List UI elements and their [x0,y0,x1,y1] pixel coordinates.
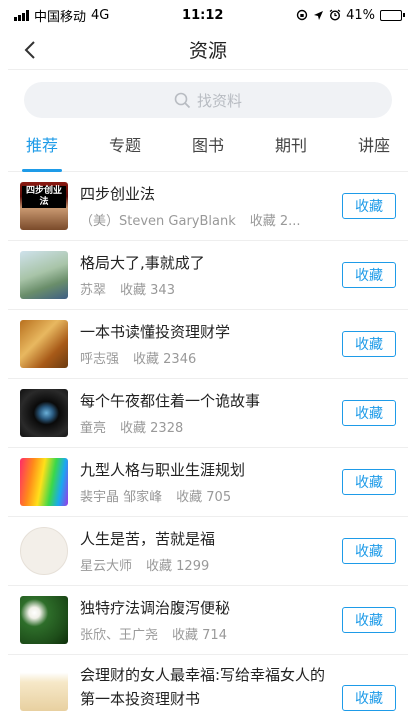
item-title: 一本书读懂投资理财学 [80,323,231,341]
search-input[interactable]: 找资料 [24,82,392,118]
item-meta: 苏翠 收藏 343 [80,279,332,298]
list-item[interactable]: 会理财的女人最幸福:写给幸福女人的第一本投资理财书 收藏 [8,655,408,716]
location-icon [314,10,324,20]
item-title: 四步创业法 [80,185,156,203]
list-item[interactable]: 格局大了,事就成了 苏翠 收藏 343 收藏 [8,241,408,310]
battery-percent: 41% [346,7,375,23]
item-title: 格局大了,事就成了 [80,254,205,272]
item-favorites: 收藏 1299 [146,559,210,574]
battery-icon [379,9,405,21]
chevron-left-icon [24,41,35,59]
back-button[interactable] [18,38,42,62]
tab-recommended[interactable]: 推荐 [21,132,63,172]
network-label: 4G [91,7,110,23]
item-title: 每个午夜都住着一个诡故事 [80,392,261,410]
status-left: 中国移动 4G [14,6,109,25]
status-right: 41% [296,7,405,23]
item-info: 每个午夜都住着一个诡故事 童亮 收藏 2328 [80,390,332,436]
book-cover [20,663,68,711]
favorite-button[interactable]: 收藏 [342,400,396,426]
item-author: 苏翠 [80,283,107,298]
search-icon [174,92,191,108]
favorite-button[interactable]: 收藏 [342,607,396,633]
favorite-button[interactable]: 收藏 [342,193,396,219]
item-author: 童亮 [80,421,107,436]
book-cover [20,527,68,575]
item-info: 四步创业法 （美）Steven GaryBlank 收藏 2... [80,183,332,229]
item-favorites: 收藏 2346 [133,352,197,367]
favorite-button[interactable]: 收藏 [342,538,396,564]
page-title: 资源 [188,40,227,62]
item-favorites: 收藏 2328 [120,421,184,436]
book-cover [20,251,68,299]
favorite-button[interactable]: 收藏 [342,469,396,495]
item-info: 会理财的女人最幸福:写给幸福女人的第一本投资理财书 [80,663,332,711]
list-item[interactable]: 独特疗法调治腹泻便秘 张欣、王广尧 收藏 714 收藏 [8,586,408,655]
app-screen: 中国移动 4G 11:12 41% 资源 找资料 推荐 专题 图书 期刊 讲座 [8,0,408,716]
tab-journals[interactable]: 期刊 [275,132,307,171]
book-cover [20,320,68,368]
signal-icon [14,9,29,21]
carrier-label: 中国移动 [34,9,87,25]
item-meta: 呼志强 收藏 2346 [80,348,332,367]
category-tabs: 推荐 专题 图书 期刊 讲座 [8,118,408,172]
item-info: 格局大了,事就成了 苏翠 收藏 343 [80,252,332,298]
item-title: 人生是苦，苦就是福 [80,530,216,548]
status-time: 11:12 [182,7,224,23]
item-meta: 童亮 收藏 2328 [80,417,332,436]
book-cover [20,596,68,644]
favorite-button[interactable]: 收藏 [342,262,396,288]
item-author: （美）Steven GaryBlank [80,214,236,229]
item-title: 会理财的女人最幸福:写给幸福女人的第一本投资理财书 [80,666,326,708]
item-favorites: 收藏 343 [120,283,175,298]
tab-lectures[interactable]: 讲座 [358,132,390,171]
search-container: 找资料 [8,70,408,118]
item-title: 九型人格与职业生涯规划 [80,461,246,479]
item-info: 一本书读懂投资理财学 呼志强 收藏 2346 [80,321,332,367]
status-bar: 中国移动 4G 11:12 41% [8,0,408,30]
list-item[interactable]: 一本书读懂投资理财学 呼志强 收藏 2346 收藏 [8,310,408,379]
item-author: 呼志强 [80,352,120,367]
item-favorites: 收藏 2... [249,214,301,229]
item-meta: 裴宇晶 邹家峰 收藏 705 [80,486,332,505]
list-item[interactable]: 四步创业法 四步创业法 （美）Steven GaryBlank 收藏 2... 收… [8,172,408,241]
item-meta: （美）Steven GaryBlank 收藏 2... [80,210,332,229]
item-title: 独特疗法调治腹泻便秘 [80,599,231,617]
list-item[interactable]: 九型人格与职业生涯规划 裴宇晶 邹家峰 收藏 705 收藏 [8,448,408,517]
alarm-icon [329,9,341,21]
favorite-button[interactable]: 收藏 [342,331,396,357]
item-info: 人生是苦，苦就是福 星云大师 收藏 1299 [80,528,332,574]
search-placeholder: 找资料 [196,91,242,110]
list-item[interactable]: 人生是苦，苦就是福 星云大师 收藏 1299 收藏 [8,517,408,586]
item-author: 星云大师 [80,559,133,574]
tab-books[interactable]: 图书 [192,132,224,171]
book-cover: 四步创业法 [20,182,68,230]
item-favorites: 收藏 705 [176,490,232,505]
item-author: 张欣、王广尧 [80,628,159,643]
item-meta: 张欣、王广尧 收藏 714 [80,624,332,643]
tab-topics[interactable]: 专题 [109,132,141,171]
item-meta: 星云大师 收藏 1299 [80,555,332,574]
item-author: 裴宇晶 邹家峰 [80,490,163,505]
book-cover-text: 四步创业法 [22,186,66,208]
item-favorites: 收藏 714 [172,628,227,643]
nav-bar: 资源 [8,30,408,70]
list-item[interactable]: 每个午夜都住着一个诡故事 童亮 收藏 2328 收藏 [8,379,408,448]
book-cover [20,458,68,506]
favorite-button[interactable]: 收藏 [342,685,396,711]
book-cover [20,389,68,437]
resource-list: 四步创业法 四步创业法 （美）Steven GaryBlank 收藏 2... 收… [8,172,408,716]
orientation-lock-icon [296,9,308,21]
item-info: 独特疗法调治腹泻便秘 张欣、王广尧 收藏 714 [80,597,332,643]
item-info: 九型人格与职业生涯规划 裴宇晶 邹家峰 收藏 705 [80,459,332,505]
